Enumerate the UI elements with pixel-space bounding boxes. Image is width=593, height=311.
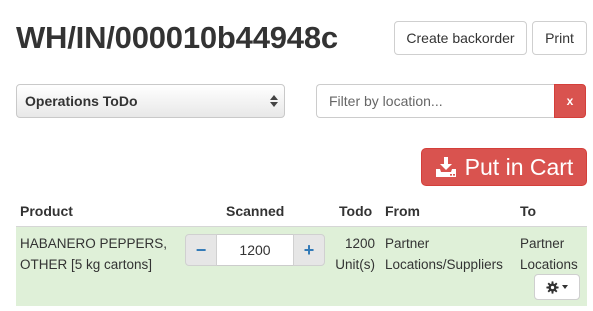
row-actions-button[interactable] bbox=[534, 274, 580, 300]
print-button[interactable]: Print bbox=[532, 21, 587, 55]
column-header-scanned: Scanned bbox=[226, 203, 285, 219]
select-arrows-icon bbox=[270, 93, 278, 109]
scanned-quantity-input[interactable] bbox=[217, 234, 293, 266]
download-tray-icon bbox=[435, 157, 456, 177]
todo-cell: 1200 Unit(s) bbox=[335, 236, 375, 272]
column-header-product: Product bbox=[20, 203, 73, 219]
location-filter-input[interactable] bbox=[316, 84, 555, 118]
page-title: WH/IN/000010b44948c bbox=[16, 20, 338, 55]
column-header-to: To bbox=[520, 203, 537, 219]
clear-filter-button[interactable]: x bbox=[554, 84, 586, 118]
increment-button[interactable]: + bbox=[293, 234, 325, 266]
column-header-todo: Todo bbox=[339, 203, 373, 219]
column-header-from: From bbox=[385, 203, 420, 219]
quantity-stepper: − + bbox=[185, 234, 325, 266]
operations-select-value: Operations ToDo bbox=[25, 93, 138, 109]
operations-select[interactable]: Operations ToDo bbox=[16, 84, 285, 118]
to-location-cell: Partner Locations bbox=[520, 236, 578, 272]
put-in-cart-button[interactable]: Put in Cart bbox=[421, 148, 587, 186]
decrement-button[interactable]: − bbox=[185, 234, 217, 266]
chevron-down-icon bbox=[562, 285, 568, 289]
product-name-cell: HABANERO PEPPERS, OTHER [5 kg cartons] bbox=[20, 236, 168, 272]
from-location-cell: Partner Locations/Suppliers bbox=[385, 236, 503, 272]
put-in-cart-label: Put in Cart bbox=[464, 153, 574, 180]
create-backorder-button[interactable]: Create backorder bbox=[394, 21, 527, 55]
gear-icon bbox=[546, 280, 559, 294]
